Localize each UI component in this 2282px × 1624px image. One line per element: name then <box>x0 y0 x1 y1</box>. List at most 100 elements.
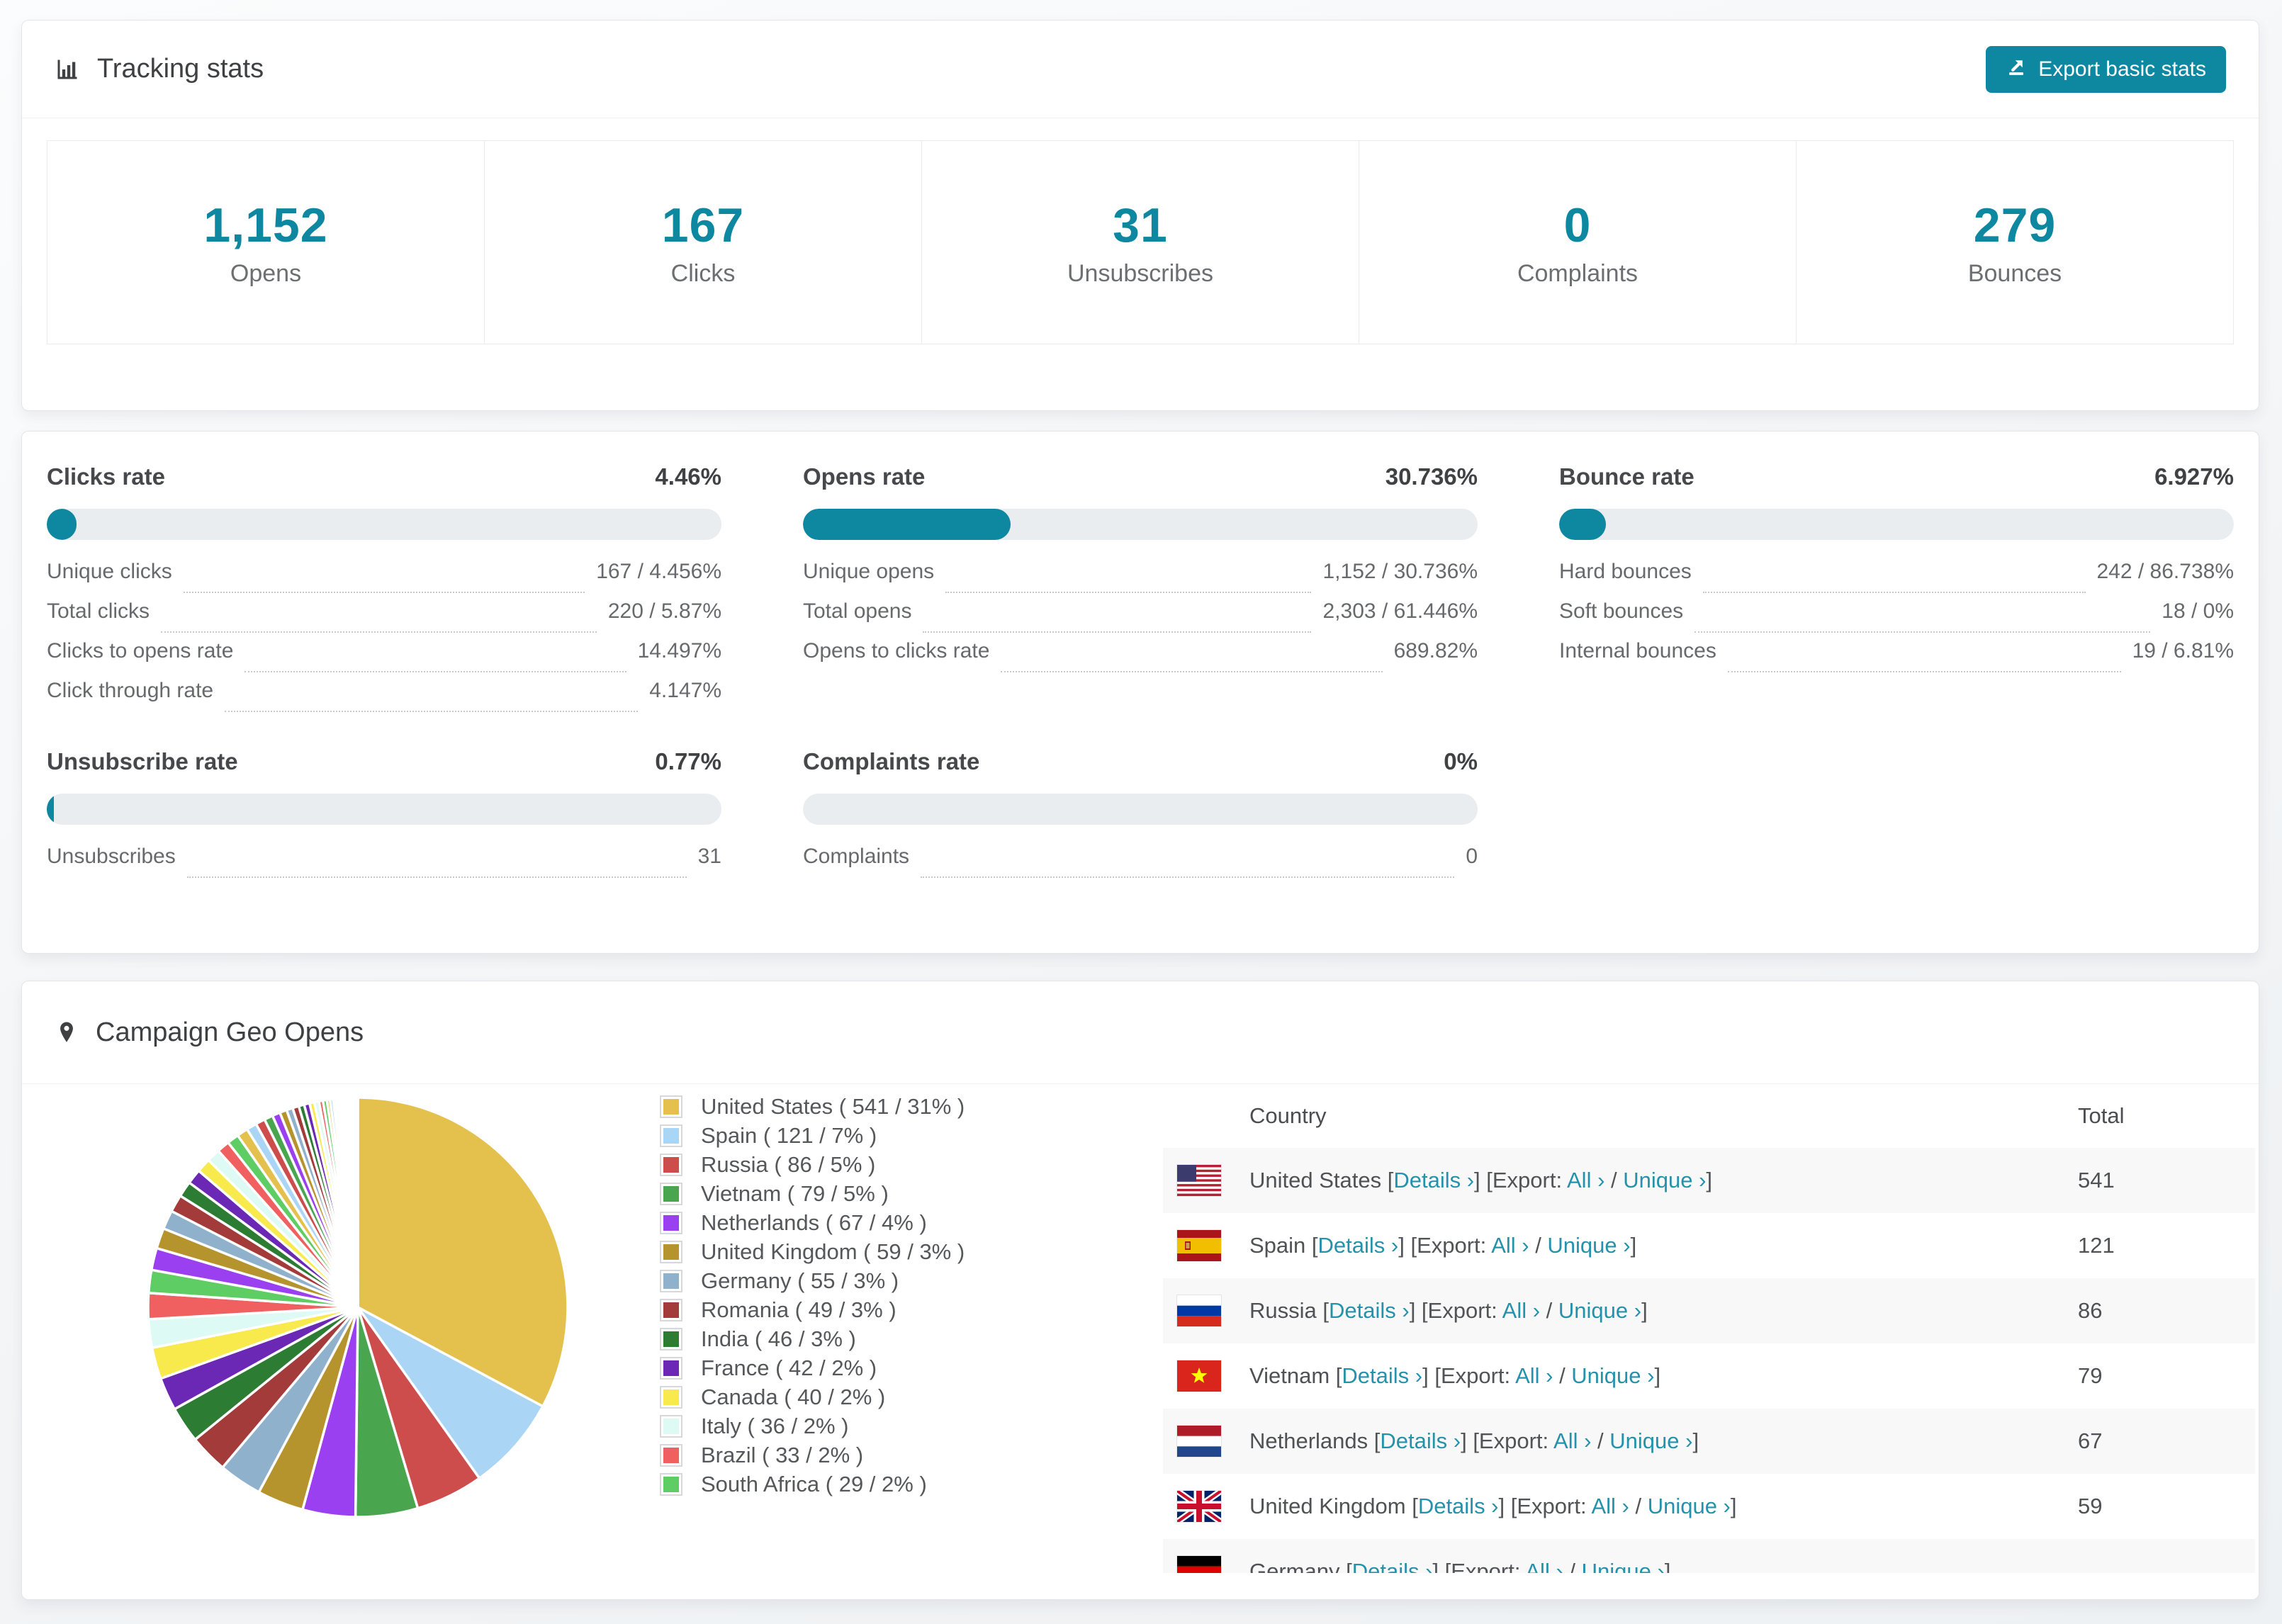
pie-slice-other <box>356 1096 359 1308</box>
bracket-text: [ <box>1368 1428 1381 1453</box>
export-all-link[interactable]: All › <box>1567 1168 1604 1192</box>
rate-title: Clicks rate <box>47 463 165 490</box>
bracket-text: [ <box>1339 1559 1352 1573</box>
rate-block-opens-rate: Opens rate 30.736% Unique opens 1,152 / 30.… <box>803 463 1478 718</box>
geo-table-header-country: Country <box>1249 1103 1327 1128</box>
geo-table-row-spain: Spain [Details ›] [Export: All › / Uniqu… <box>1163 1213 2255 1278</box>
export-unique-link[interactable]: Unique › <box>1648 1494 1731 1518</box>
rate-row-value: 4.147% <box>649 679 721 702</box>
nl-flag-icon <box>1177 1426 1221 1457</box>
export-unique-link[interactable]: Unique › <box>1558 1298 1641 1323</box>
geo-table-country-cell: Netherlands [Details ›] [Export: All › /… <box>1163 1426 2078 1457</box>
export-basic-stats-button[interactable]: Export basic stats <box>1986 45 2226 93</box>
export-all-link[interactable]: All › <box>1491 1233 1529 1258</box>
rate-row-label: Unique clicks <box>47 560 172 583</box>
stat-box-complaints: 0 Complaints <box>1359 140 1797 344</box>
export-unique-link[interactable]: Unique › <box>1547 1233 1630 1258</box>
progress-bar-track <box>1559 509 2234 540</box>
legend-label: South Africa ( 29 / 2% ) <box>701 1471 927 1496</box>
legend-swatch <box>660 1182 682 1205</box>
country-name: United Kingdom <box>1249 1494 1406 1518</box>
us-flag-icon <box>1177 1165 1221 1196</box>
rate-row-label: Hard bounces <box>1559 560 1692 583</box>
legend-swatch <box>660 1472 682 1496</box>
stat-value: 31 <box>1113 198 1168 252</box>
stat-label: Opens <box>230 259 302 287</box>
export-unique-link[interactable]: Unique › <box>1571 1363 1654 1388</box>
dotted-leader <box>1694 631 2151 633</box>
geo-table-total-cell: 79 <box>2078 1363 2103 1388</box>
rate-rows: Hard bounces 242 / 86.738% Soft bounces 18 … <box>1559 560 2234 679</box>
details-link[interactable]: Details › <box>1329 1298 1410 1323</box>
rate-row: Unsubscribes 31 <box>47 845 721 884</box>
export-all-link[interactable]: All › <box>1502 1298 1540 1323</box>
details-link[interactable]: Details › <box>1318 1233 1399 1258</box>
legend-item-germany: Germany ( 55 / 3% ) <box>660 1266 965 1295</box>
geo-card-title-text: Campaign Geo Opens <box>96 1017 364 1047</box>
tracking-stats-card: Tracking stats Export basic stats 1,152 O… <box>21 20 2259 411</box>
bracket-text: ] [Export: <box>1474 1168 1567 1192</box>
dotted-leader <box>225 711 639 712</box>
legend-item-south-africa: South Africa ( 29 / 2% ) <box>660 1470 965 1499</box>
bracket-text: ] <box>1692 1428 1699 1453</box>
rate-row: Complaints 0 <box>803 845 1478 884</box>
stat-box-clicks: 167 Clicks <box>484 140 922 344</box>
bracket-text: / <box>1591 1428 1610 1453</box>
legend-label: Netherlands ( 67 / 4% ) <box>701 1209 927 1235</box>
geo-table-country-cell: United States [Details ›] [Export: All ›… <box>1163 1165 2078 1196</box>
stats-row: 1,152 Opens 167 Clicks 31 Unsubscribes 0 Compla… <box>47 140 2234 344</box>
legend-item-italy: Italy ( 36 / 2% ) <box>660 1411 965 1440</box>
export-all-link[interactable]: All › <box>1553 1428 1591 1453</box>
bracket-text: / <box>1529 1233 1548 1258</box>
rate-value: 0.77% <box>655 748 721 774</box>
tracking-stats-title-text: Tracking stats <box>97 54 264 84</box>
geo-table-row-russia: Russia [Details ›] [Export: All › / Uniq… <box>1163 1278 2255 1343</box>
bracket-text: ] [Export: <box>1398 1233 1492 1258</box>
export-all-link[interactable]: All › <box>1515 1363 1553 1388</box>
rate-row-label: Unique opens <box>803 560 935 583</box>
rate-title: Complaints rate <box>803 748 980 774</box>
map-pin-icon <box>55 1020 79 1044</box>
rate-title: Unsubscribe rate <box>47 748 238 774</box>
country-line: Germany [Details ›] [Export: All › / Uni… <box>1249 1559 1670 1573</box>
details-link[interactable]: Details › <box>1352 1559 1433 1573</box>
legend-label: Italy ( 36 / 2% ) <box>701 1413 849 1438</box>
details-link[interactable]: Details › <box>1393 1168 1474 1192</box>
rate-rows: Unique clicks 167 / 4.456% Total clicks 220… <box>47 560 721 718</box>
rate-row: Internal bounces 19 / 6.81% <box>1559 639 2234 679</box>
export-unique-link[interactable]: Unique › <box>1623 1168 1706 1192</box>
details-link[interactable]: Details › <box>1380 1428 1461 1453</box>
tracking-stats-header: Tracking stats Export basic stats <box>22 21 2259 118</box>
stat-value: 279 <box>1973 198 2057 252</box>
rate-rows: Unique opens 1,152 / 30.736% Total opens 2,… <box>803 560 1478 679</box>
country-line: Vietnam [Details ›] [Export: All › / Uni… <box>1249 1363 1660 1389</box>
rate-row-label: Complaints <box>803 845 910 868</box>
export-unique-link[interactable]: Unique › <box>1582 1559 1665 1573</box>
export-all-link[interactable]: All › <box>1591 1494 1629 1518</box>
rate-value: 6.927% <box>2154 463 2234 490</box>
details-link[interactable]: Details › <box>1418 1494 1499 1518</box>
rate-row-label: Internal bounces <box>1559 639 1716 662</box>
geo-pie-chart <box>145 1095 570 1520</box>
geo-card-header: Campaign Geo Opens <box>22 981 2259 1084</box>
export-all-link[interactable]: All › <box>1525 1559 1563 1573</box>
dotted-leader <box>1001 671 1383 672</box>
country-line: United States [Details ›] [Export: All ›… <box>1249 1168 1712 1193</box>
geo-table-row-united-states: United States [Details ›] [Export: All ›… <box>1163 1148 2255 1213</box>
country-name: Russia <box>1249 1298 1317 1323</box>
legend-label: India ( 46 / 3% ) <box>701 1326 856 1351</box>
geo-table-country-cell: Germany [Details ›] [Export: All › / Uni… <box>1163 1556 2078 1573</box>
legend-label: Vietnam ( 79 / 5% ) <box>701 1180 889 1206</box>
dotted-leader <box>945 592 1312 593</box>
country-name: Netherlands <box>1249 1428 1368 1453</box>
legend-label: France ( 42 / 2% ) <box>701 1355 877 1380</box>
bracket-text: / <box>1540 1298 1558 1323</box>
geo-legend: United States ( 541 / 31% ) Spain ( 121 /… <box>660 1092 965 1499</box>
details-link[interactable]: Details › <box>1342 1363 1422 1388</box>
export-unique-link[interactable]: Unique › <box>1609 1428 1692 1453</box>
legend-swatch <box>660 1240 682 1263</box>
bar-chart-icon <box>55 57 80 82</box>
rate-row-value: 14.497% <box>637 639 721 662</box>
bracket-text: ] <box>1654 1363 1661 1388</box>
legend-swatch <box>660 1124 682 1147</box>
